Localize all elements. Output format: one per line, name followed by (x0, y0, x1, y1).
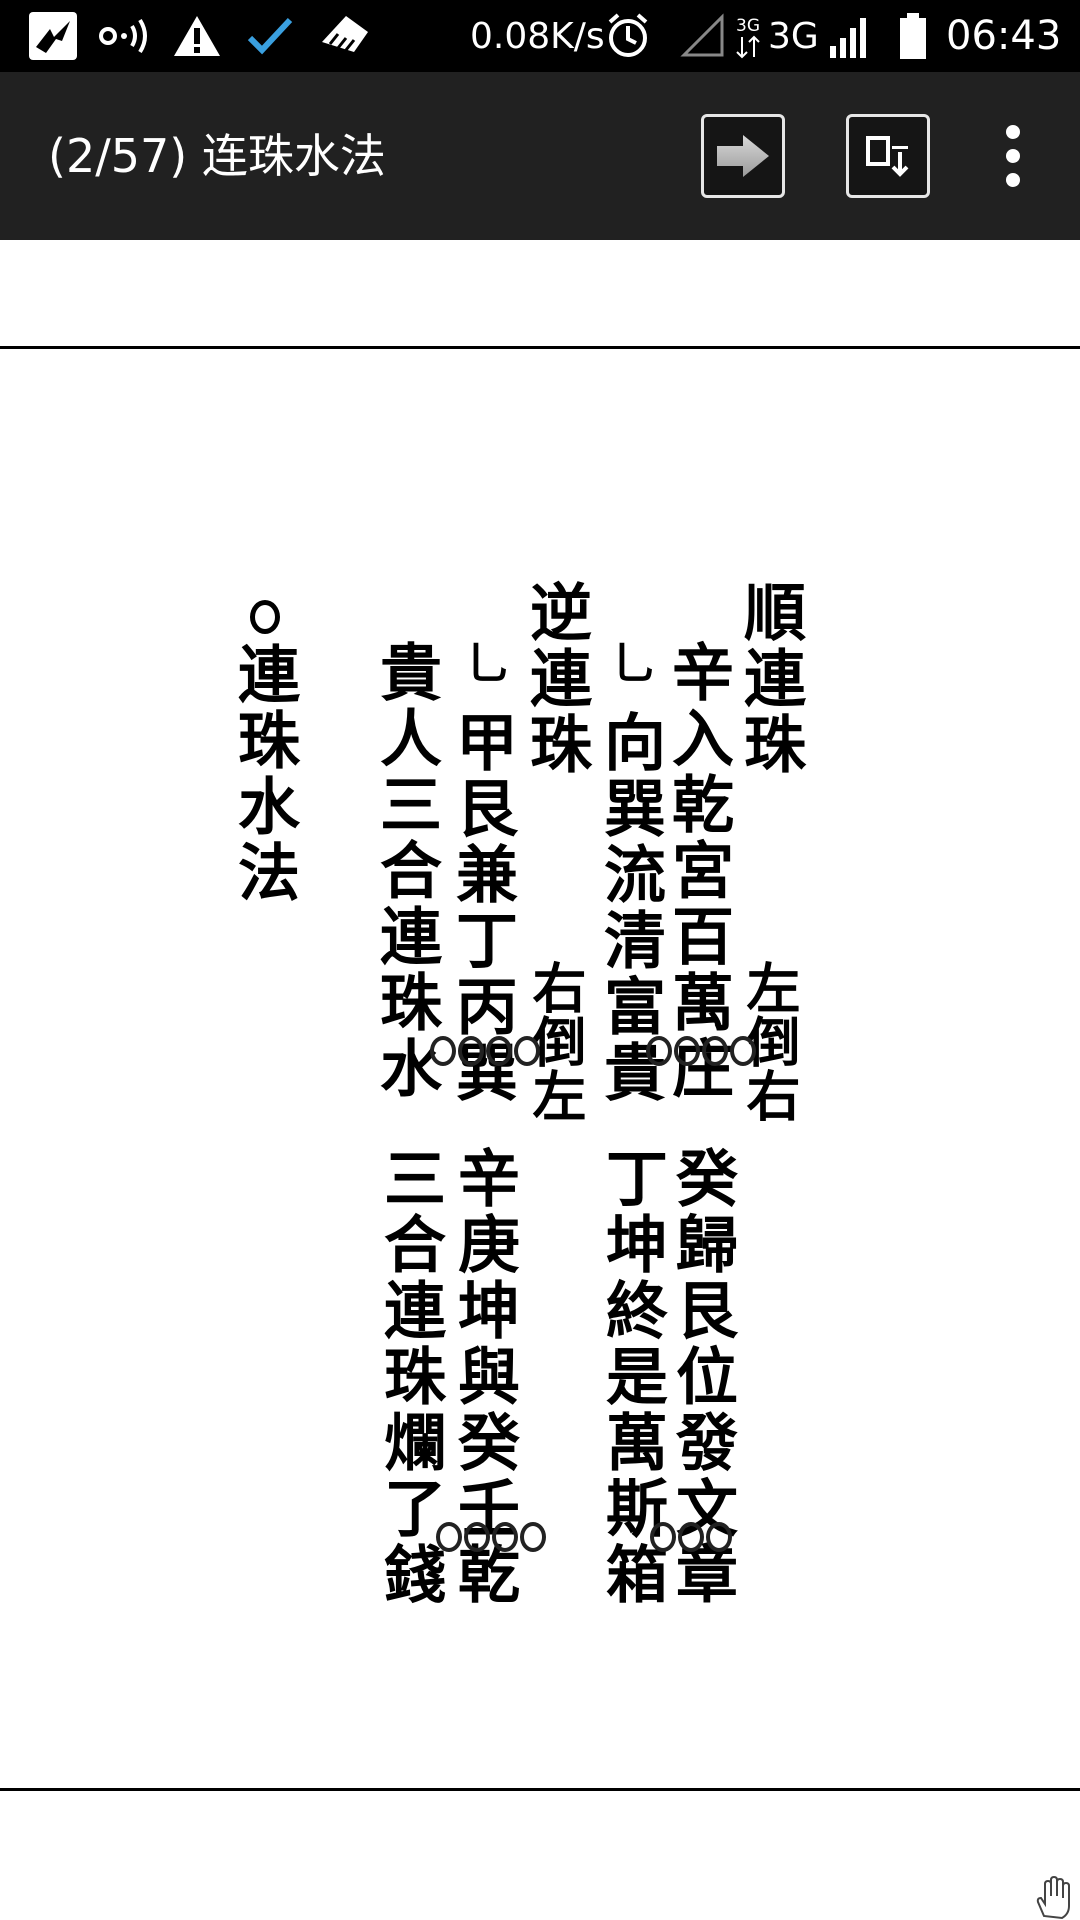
check-mark: 乚 (604, 640, 655, 684)
heading-ni-lianzhu: 逆連珠 (519, 580, 592, 778)
data-3g-icon: 3G (734, 0, 764, 72)
scanned-page: 順連珠 辛入乾宮百萬庄 左倒右 乚 向巽流清富貴 逆連珠 右倒左 乚 甲艮兼丁丙… (0, 240, 1080, 1920)
next-arrow-icon (717, 135, 769, 177)
check-icon (246, 0, 294, 72)
warning-icon (172, 0, 222, 72)
download-button[interactable] (846, 114, 930, 198)
verse-column: 辛入乾宮百萬庄 (661, 640, 734, 1102)
overflow-menu-icon[interactable] (990, 114, 1036, 198)
punctuation-circles (430, 1036, 540, 1066)
broom-icon (316, 0, 372, 72)
hotspot-icon (98, 0, 154, 72)
network-speed: 0.08K/s (470, 15, 605, 57)
next-page-button[interactable] (701, 114, 785, 198)
hand-pan-icon[interactable] (1032, 1875, 1076, 1920)
check-mark: 乚 (458, 640, 509, 684)
status-time: 06:43 (946, 13, 1062, 59)
no-signal-icon (680, 0, 726, 72)
page-title: (2/57) 连珠水法 (48, 129, 386, 183)
heading-shun-lianzhu: 順連珠 (733, 580, 806, 778)
circle-mark (250, 600, 280, 634)
network-type: 3G (768, 15, 819, 57)
battery-icon (898, 0, 928, 72)
verse-column: 貴人三合連珠水 (369, 640, 442, 1102)
action-bar: (2/57) 连珠水法 (0, 72, 1080, 240)
punctuation-circles (646, 1036, 756, 1066)
download-icon (866, 136, 909, 177)
verse-column: 三合連珠爛了錢 (373, 1146, 446, 1608)
signal-icon (826, 0, 872, 72)
app-bird-icon (28, 0, 78, 72)
page-bottom-border (0, 1788, 1080, 1791)
document-viewer[interactable]: 順連珠 辛入乾宮百萬庄 左倒右 乚 向巽流清富貴 逆連珠 右倒左 乚 甲艮兼丁丙… (0, 240, 1080, 1920)
punctuation-circles (650, 1522, 732, 1552)
heading-lianzhu-shuifa: 連珠水法 (227, 642, 300, 906)
alarm-icon (606, 0, 650, 72)
svg-text:3G: 3G (736, 16, 760, 36)
punctuation-circles (436, 1522, 546, 1552)
status-bar: 0.08K/s 3G 3G 06:43 (0, 0, 1080, 72)
